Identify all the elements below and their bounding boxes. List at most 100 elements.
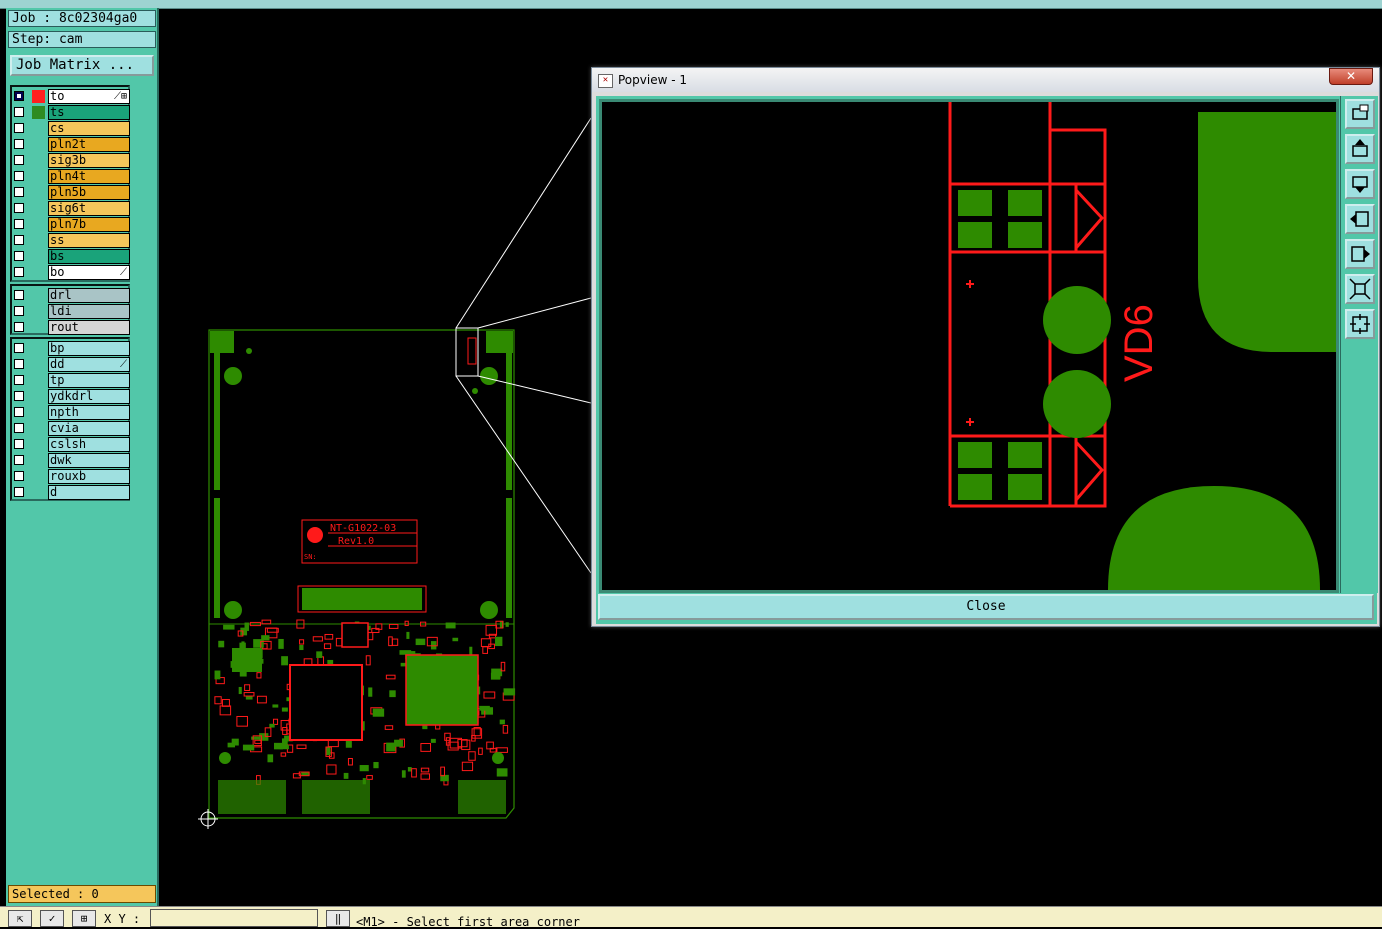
layer-row-npth[interactable]: npth (14, 405, 130, 421)
layer-row-cslsh[interactable]: cslsh (14, 437, 130, 453)
layer-name[interactable]: cslsh (48, 437, 130, 452)
layer-checkbox[interactable] (14, 219, 24, 229)
layer-row-tp[interactable]: tp (14, 373, 130, 389)
layer-name[interactable]: pln2t (48, 137, 130, 152)
layer-name[interactable]: cs (48, 121, 130, 136)
layer-checkbox[interactable] (14, 187, 24, 197)
popview-titlebar[interactable]: ✕ Popview - 1 ✕ (592, 68, 1379, 92)
job-matrix-button[interactable]: Job Matrix ... (10, 55, 154, 76)
layer-row-bp[interactable]: bp (14, 341, 130, 357)
layer-name[interactable]: bo ⟋ (48, 265, 130, 280)
layer-row-d[interactable]: d (14, 485, 130, 501)
layer-row-pln7b[interactable]: pln7b (14, 217, 130, 233)
layer-checkbox[interactable] (14, 322, 24, 332)
layer-checkbox[interactable] (14, 423, 24, 433)
layer-name[interactable]: ydkdrl (48, 389, 130, 404)
select-tool-icon[interactable]: ⇱ (8, 910, 32, 927)
layer-row-ldi[interactable]: ldi (14, 304, 130, 320)
close-button[interactable]: Close (598, 594, 1374, 620)
layer-name[interactable]: pln4t (48, 169, 130, 184)
layer-name[interactable]: drl (48, 288, 130, 303)
layer-checkbox[interactable] (14, 203, 24, 213)
layer-row-bo[interactable]: bo ⟋ (14, 265, 130, 281)
layer-name[interactable]: sig3b (48, 153, 130, 168)
window-close-button[interactable]: ✕ (1329, 68, 1373, 85)
layer-checkbox[interactable] (14, 359, 24, 369)
layer-checkbox[interactable] (14, 343, 24, 353)
layer-checkbox[interactable] (14, 91, 24, 101)
board-component (461, 739, 471, 751)
layer-row-pln2t[interactable]: pln2t (14, 137, 130, 153)
layer-name[interactable]: bs (48, 249, 130, 264)
layer-checkbox[interactable] (14, 107, 24, 117)
board-component (236, 715, 248, 727)
layer-checkbox[interactable] (14, 123, 24, 133)
layer-checkbox[interactable] (14, 487, 24, 497)
layer-name[interactable]: d (48, 485, 130, 500)
layer-name[interactable]: dwk (48, 453, 130, 468)
grid-tool-icon[interactable]: ⊞ (72, 910, 96, 927)
layer-row-bs[interactable]: bs (14, 249, 130, 265)
layer-name[interactable]: ldi (48, 304, 130, 319)
layer-checkbox[interactable] (14, 455, 24, 465)
layer-name[interactable]: ts (48, 105, 130, 120)
layer-color-swatch[interactable] (32, 90, 45, 103)
zoom-in-icon[interactable] (1345, 274, 1375, 304)
layer-name[interactable]: bp (48, 341, 130, 356)
layer-name[interactable]: rouxb (48, 469, 130, 484)
layer-row-cvia[interactable]: cvia (14, 421, 130, 437)
popview-canvas[interactable]: VD6 (599, 99, 1339, 593)
layer-checkbox[interactable] (14, 391, 24, 401)
layer-name[interactable]: cvia (48, 421, 130, 436)
layer-checkbox[interactable] (14, 471, 24, 481)
pan-right-icon[interactable] (1345, 239, 1375, 269)
layer-name[interactable]: npth (48, 405, 130, 420)
layer-checkbox[interactable] (14, 439, 24, 449)
layer-name[interactable]: rout (48, 320, 130, 335)
layer-row-drl[interactable]: drl (14, 288, 130, 304)
layer-row-dd[interactable]: dd ⟋ (14, 357, 130, 373)
layer-name[interactable]: tp (48, 373, 130, 388)
layer-checkbox[interactable] (14, 290, 24, 300)
layer-checkbox[interactable] (14, 235, 24, 245)
layer-name[interactable]: to ⟋⊞ (48, 89, 130, 104)
layer-row-cs[interactable]: cs (14, 121, 130, 137)
layer-checkbox[interactable] (14, 139, 24, 149)
layer-checkbox[interactable] (14, 306, 24, 316)
popview-title: Popview - 1 (618, 73, 687, 87)
xy-input[interactable] (150, 909, 318, 927)
layer-row-to[interactable]: to ⟋⊞ (14, 89, 130, 105)
layer-row-pln5b[interactable]: pln5b (14, 185, 130, 201)
pan-down-icon[interactable] (1345, 169, 1375, 199)
layer-row-rout[interactable]: rout (14, 320, 130, 336)
layer-checkbox[interactable] (14, 407, 24, 417)
layer-checkbox[interactable] (14, 267, 24, 277)
pause-tool-icon[interactable]: ‖ (326, 910, 350, 927)
layer-color-swatch[interactable] (32, 106, 45, 119)
layer-checkbox[interactable] (14, 251, 24, 261)
layer-row-sig3b[interactable]: sig3b (14, 153, 130, 169)
layer-checkbox[interactable] (14, 155, 24, 165)
layer-row-rouxb[interactable]: rouxb (14, 469, 130, 485)
layer-row-ss[interactable]: ss (14, 233, 130, 249)
board-part-label: NT-G1022-03 (330, 523, 396, 534)
layer-name[interactable]: pln5b (48, 185, 130, 200)
check-tool-icon[interactable]: ✓ (40, 910, 64, 927)
layer-row-sig6t[interactable]: sig6t (14, 201, 130, 217)
board-component (404, 620, 409, 627)
layer-row-ts[interactable]: ts (14, 105, 130, 121)
layer-name[interactable]: ss (48, 233, 130, 248)
layer-row-ydkdrl[interactable]: ydkdrl (14, 389, 130, 405)
zoom-home-icon[interactable] (1345, 99, 1375, 129)
layer-checkbox[interactable] (14, 375, 24, 385)
layer-row-pln4t[interactable]: pln4t (14, 169, 130, 185)
layer-name[interactable]: dd ⟋ (48, 357, 130, 372)
layer-name[interactable]: pln7b (48, 217, 130, 232)
pan-up-icon[interactable] (1345, 134, 1375, 164)
pan-left-icon[interactable] (1345, 204, 1375, 234)
layer-row-dwk[interactable]: dwk (14, 453, 130, 469)
layer-checkbox[interactable] (14, 171, 24, 181)
board-component (243, 692, 255, 697)
zoom-out-icon[interactable] (1345, 309, 1375, 339)
layer-name[interactable]: sig6t (48, 201, 130, 216)
